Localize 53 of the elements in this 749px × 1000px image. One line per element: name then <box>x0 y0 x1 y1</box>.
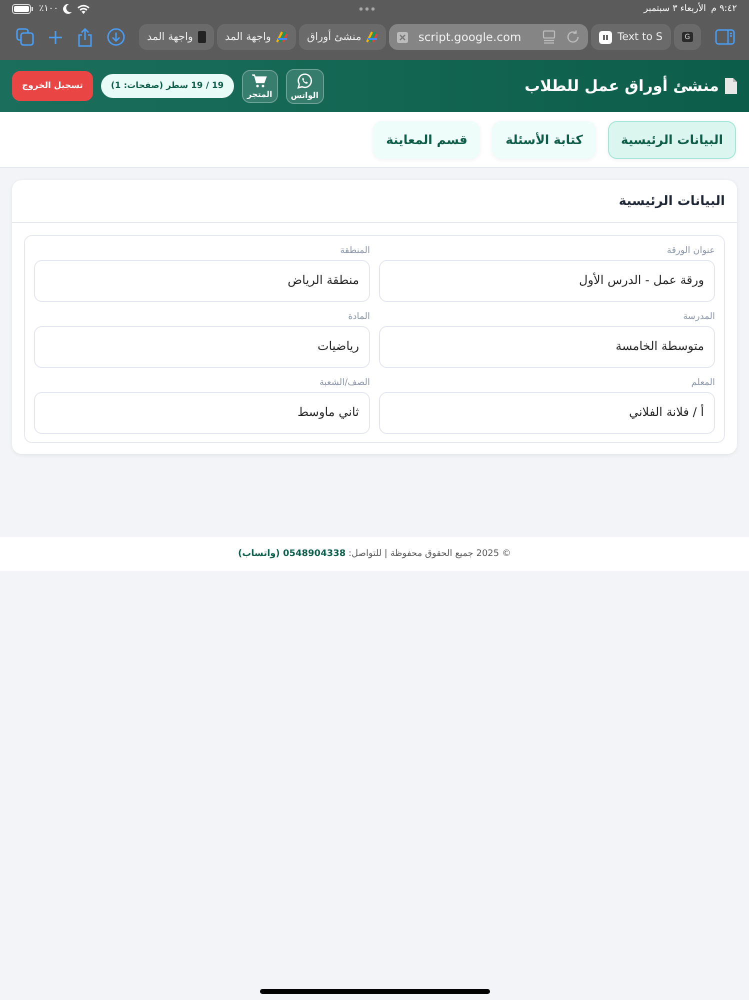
input-field[interactable]: أ / فلانة الفلاني <box>379 392 715 434</box>
field-label: المدرسة <box>682 312 715 322</box>
tab-title: واجهة المد <box>224 31 271 43</box>
more-icon[interactable] <box>359 7 376 11</box>
share-icon[interactable] <box>77 28 93 46</box>
browser-tab[interactable]: واجهة المد <box>216 24 296 50</box>
browser-tab[interactable]: منشئ أوراق <box>298 24 386 50</box>
field-label: المنطقة <box>339 246 370 256</box>
reader-icon[interactable] <box>542 30 556 44</box>
input-field[interactable]: ثاني ماوسط <box>34 392 370 434</box>
logout-button[interactable]: تسجيل الخروج <box>12 71 93 101</box>
pause-icon <box>599 30 612 44</box>
clear-icon[interactable] <box>397 32 408 42</box>
card-title: البيانات الرئيسية <box>618 194 725 209</box>
tab-title: Text to S <box>617 31 663 43</box>
download-icon[interactable] <box>107 28 125 46</box>
field-label: عنوان الورقة <box>666 246 715 256</box>
input-field[interactable]: رياضيات <box>34 326 370 368</box>
wifi-icon <box>77 4 90 14</box>
url-text: script.google.com <box>418 30 522 44</box>
section-tab[interactable]: البيانات الرئيسية <box>608 120 736 158</box>
input-field[interactable]: متوسطة الخامسة <box>379 326 715 368</box>
app-title: منشئ أوراق عمل للطلاب <box>524 77 719 95</box>
copyright-text: © 2025 جميع الحقوق محفوظة | للتواصل: 0548904338 (واتساب) <box>238 549 512 559</box>
moon-icon <box>63 4 72 14</box>
pinwheel-icon <box>366 31 378 43</box>
pinwheel-icon <box>276 31 288 43</box>
clock: ٩:٤٢ م <box>711 4 737 14</box>
section-tab[interactable]: قسم المعاينة <box>372 120 480 158</box>
favicon-icon <box>198 31 206 43</box>
tabs-icon[interactable] <box>16 28 34 46</box>
line-counter: 19 / 19 سطر (صفحات: 1) <box>100 74 234 98</box>
cart-icon <box>252 74 268 88</box>
document-icon <box>725 78 737 94</box>
date: الأربعاء ٣ سبتمبر <box>644 4 706 14</box>
field-label: الصف/الشعبة <box>318 378 370 388</box>
battery-level: ٪١٠٠ <box>39 4 58 14</box>
field-label: المادة <box>347 312 370 322</box>
whatsapp-button[interactable]: الواتس <box>286 68 324 104</box>
tab-title: منشئ أوراق <box>306 31 362 43</box>
field-label: المعلم <box>690 378 715 388</box>
battery-icon <box>12 4 34 14</box>
section-tab[interactable]: كتابة الأسئلة <box>492 120 596 158</box>
store-button[interactable]: المتجر <box>242 70 278 102</box>
tab-title: واجهة المد <box>147 31 193 43</box>
reload-icon[interactable] <box>566 30 580 44</box>
sidebar-icon[interactable] <box>715 29 735 45</box>
input-field[interactable]: منطقة الرياض <box>34 260 370 302</box>
whatsapp-icon <box>296 72 313 88</box>
plus-icon[interactable] <box>48 30 63 44</box>
input-field[interactable]: ورقة عمل - الدرس الأول <box>379 260 715 302</box>
browser-tab[interactable]: Text to S <box>591 24 671 50</box>
browser-tab[interactable]: واجهة المد <box>139 24 214 50</box>
